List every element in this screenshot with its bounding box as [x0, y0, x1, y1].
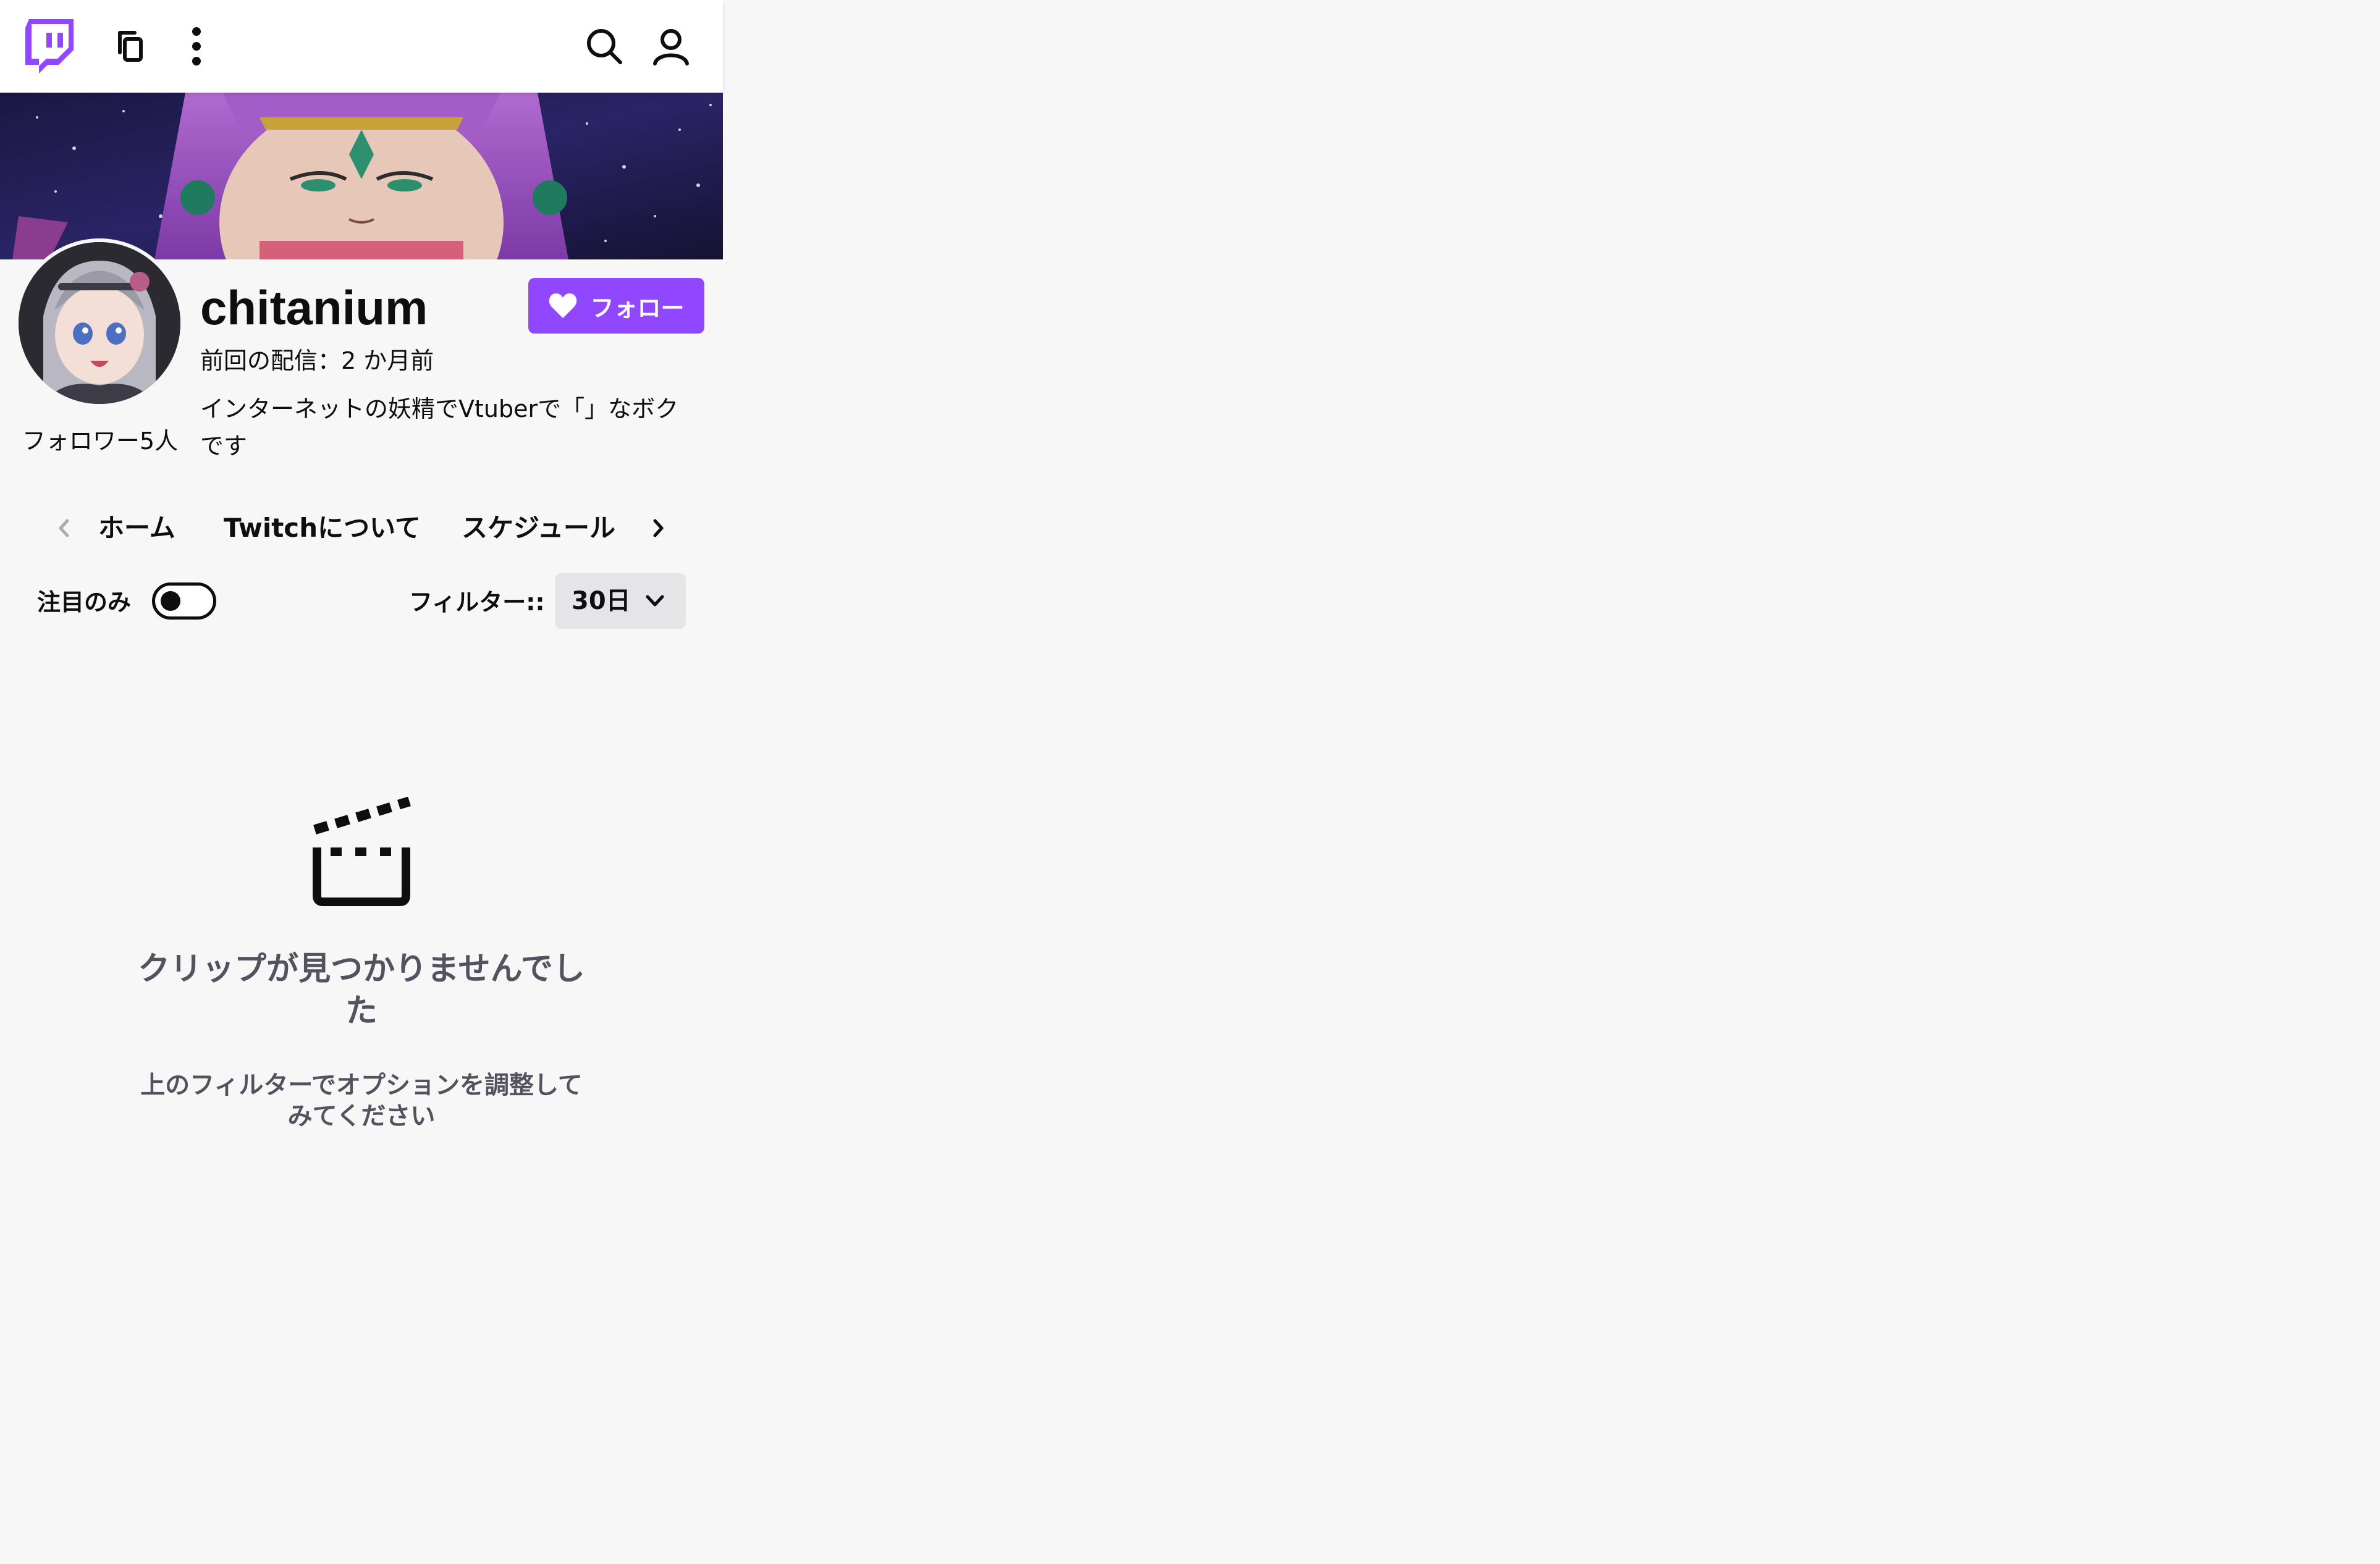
filter-label: フィルター:: [409, 589, 545, 616]
follow-button[interactable]: フォロー [528, 278, 704, 334]
avatar-image [19, 242, 180, 404]
tabs-scroll-right-button[interactable] [639, 510, 677, 547]
follow-button-label: フォロー [590, 294, 685, 322]
chevron-down-icon [646, 595, 664, 607]
banner-image [0, 93, 723, 259]
channel-tabs: ホーム Twitchについて スケジュール [37, 500, 686, 556]
period-dropdown[interactable]: 30日 [555, 573, 686, 629]
clapperboard-icon [313, 797, 411, 906]
tab-schedule[interactable]: スケジュール [462, 500, 615, 556]
copy-icon [118, 31, 143, 62]
featured-only-label: 注目のみ [37, 589, 132, 616]
heart-icon [549, 293, 577, 318]
top-navigation [0, 0, 723, 93]
search-button[interactable] [573, 15, 635, 77]
channel-bio: インターネットの妖精でVtuberで「」なボクです [200, 395, 679, 460]
more-vertical-icon [192, 27, 201, 65]
copy-button[interactable] [99, 15, 161, 77]
channel-banner [0, 93, 723, 259]
user-menu-button[interactable] [640, 15, 702, 77]
tab-home[interactable]: ホーム [98, 500, 175, 556]
app-root: chitanium 前回の配信：2 か月前 インターネットの妖精でVtuberで… [0, 0, 2380, 1564]
twitch-logo-button[interactable] [17, 15, 79, 77]
tab-about[interactable]: Twitchについて [224, 500, 421, 556]
channel-name: chitanium [200, 280, 428, 335]
channel-avatar[interactable] [19, 242, 180, 404]
empty-state-title: クリップが見つかりませんでした [138, 951, 585, 1030]
chevron-right-icon [653, 519, 664, 537]
last-stream-info: 前回の配信：2 か月前 [200, 347, 434, 374]
twitch-logo-icon [25, 19, 74, 74]
empty-state-description: 上のフィルターでオプションを調整してみてください [140, 1071, 583, 1130]
follower-count: フォロワー5人 [22, 427, 179, 455]
featured-only-toggle[interactable] [152, 582, 216, 620]
search-icon [587, 29, 622, 64]
tabs-scroll-left-button[interactable] [46, 510, 83, 547]
toggle-knob [161, 591, 180, 611]
chevron-left-icon [59, 519, 69, 537]
more-options-button[interactable] [166, 15, 227, 77]
period-dropdown-value: 30日 [572, 587, 631, 615]
user-icon [653, 29, 689, 65]
mobile-page: chitanium 前回の配信：2 か月前 インターネットの妖精でVtuberで… [0, 0, 723, 1564]
